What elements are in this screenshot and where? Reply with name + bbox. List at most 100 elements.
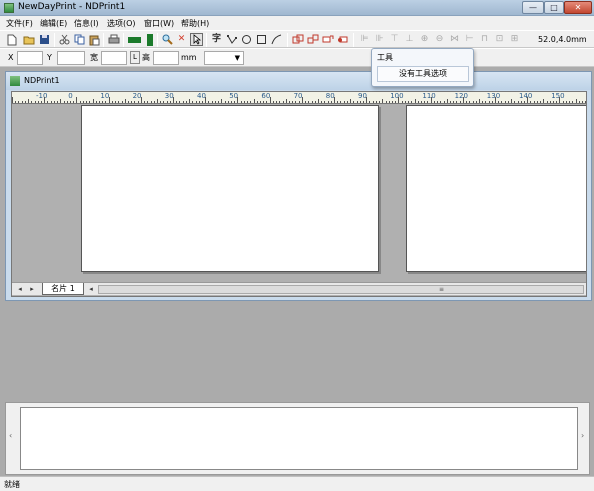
maximize-button[interactable]: □ xyxy=(544,1,564,14)
barcode-icon[interactable] xyxy=(127,33,141,46)
align-left-icon[interactable]: ⊫ xyxy=(358,33,371,46)
ruler-tick xyxy=(356,101,358,103)
cut-icon[interactable] xyxy=(58,33,71,46)
ruler-tick xyxy=(408,101,410,103)
y-input[interactable] xyxy=(57,51,85,65)
menu-options[interactable]: 选项(O) xyxy=(104,17,139,30)
ruler-tick xyxy=(137,101,139,103)
close-button[interactable]: ✕ xyxy=(564,1,592,14)
menu-window[interactable]: 窗口(W) xyxy=(141,17,177,30)
zoom-icon[interactable] xyxy=(161,33,174,46)
label-page[interactable] xyxy=(81,105,379,272)
ruler-tick xyxy=(227,101,229,103)
menu-info[interactable]: 信息(I) xyxy=(71,17,102,30)
minimize-button[interactable]: — xyxy=(522,1,544,14)
ruler-number: 140 xyxy=(519,92,533,100)
vertical-barcode-icon[interactable] xyxy=(143,33,156,46)
ruler-tick xyxy=(102,101,104,103)
ruler-tick xyxy=(134,101,136,103)
tab-card-1[interactable]: 名片 1 xyxy=(42,283,84,295)
ruler-tick xyxy=(224,101,226,103)
node-tool-icon[interactable] xyxy=(225,33,238,46)
scroll-left-icon[interactable]: ◂ xyxy=(86,284,96,294)
save-icon[interactable] xyxy=(38,33,51,46)
ruler-tick xyxy=(372,101,374,103)
ruler-tick xyxy=(498,101,500,103)
ruler-tick xyxy=(202,101,203,103)
tab-next-icon[interactable]: ▸ xyxy=(27,284,37,294)
ruler-tick xyxy=(127,101,129,103)
status-bar: 就绪 xyxy=(0,476,594,491)
width-input[interactable] xyxy=(101,51,127,65)
tab-prev-icon[interactable]: ◂ xyxy=(15,284,25,294)
output-content[interactable] xyxy=(20,407,578,470)
ruler-tick xyxy=(121,101,123,103)
rect-tool-icon[interactable] xyxy=(255,33,268,46)
toolbar-separator xyxy=(353,33,354,47)
menu-edit[interactable]: 编辑(E) xyxy=(37,17,70,30)
ruler-tick xyxy=(15,101,17,103)
ruler-tick xyxy=(305,101,306,103)
print-icon[interactable] xyxy=(107,33,120,46)
center-horizontal-icon[interactable]: ⊖ xyxy=(433,33,446,46)
text-tool-icon[interactable]: 字 xyxy=(210,33,223,46)
font-size-select[interactable]: ▼ xyxy=(204,51,244,65)
label-page-next[interactable] xyxy=(406,105,586,272)
paste-icon[interactable] xyxy=(88,33,101,46)
ungroup-icon[interactable] xyxy=(306,33,319,46)
canvas-area[interactable]: -10 0 10 20 30 40 50 60 70 80 90 100 110 120 130 140 150… xyxy=(11,91,587,297)
same-height-icon[interactable]: ⊓ xyxy=(478,33,491,46)
ruler-tick xyxy=(292,101,294,103)
ruler-tick xyxy=(279,101,281,103)
ruler-tick xyxy=(115,101,116,103)
ruler-tick xyxy=(514,101,516,103)
ruler-tick xyxy=(28,99,30,103)
title-bar: NewDayPrint - NDPrint1 — □ ✕ xyxy=(0,0,594,16)
new-file-icon[interactable] xyxy=(5,33,18,46)
menu-help[interactable]: 帮助(H) xyxy=(178,17,212,30)
ruler-tick xyxy=(488,101,490,103)
ruler-tick xyxy=(44,97,46,103)
send-back-icon[interactable] xyxy=(336,33,349,46)
lock-ratio-toggle[interactable]: L xyxy=(130,51,140,64)
grid-icon[interactable]: ⊞ xyxy=(508,33,521,46)
ruler-tick xyxy=(334,97,335,103)
app-icon xyxy=(4,3,14,13)
ruler-tick xyxy=(440,101,442,103)
horizontal-scrollbar[interactable]: ≡ xyxy=(98,285,584,294)
ruler-tick xyxy=(79,101,81,103)
group-icon[interactable] xyxy=(291,33,304,46)
open-folder-icon[interactable] xyxy=(22,33,35,46)
toolbar-separator xyxy=(287,33,288,47)
delete-x-icon[interactable]: ✕ xyxy=(175,33,188,46)
menu-file[interactable]: 文件(F) xyxy=(3,17,36,30)
ruler-number: 110 xyxy=(422,92,436,100)
ruler-tick xyxy=(411,101,413,103)
ruler-tick xyxy=(118,101,120,103)
line-tool-icon[interactable] xyxy=(270,33,283,46)
ruler-tick xyxy=(243,101,245,103)
ruler-tick xyxy=(346,101,348,103)
height-input[interactable] xyxy=(153,51,179,65)
x-input[interactable] xyxy=(17,51,43,65)
ruler-tick xyxy=(581,101,583,103)
align-middle-icon[interactable]: ⊕ xyxy=(418,33,431,46)
panel-scroll-left-icon[interactable]: ‹ xyxy=(9,431,12,440)
distribute-horizontal-icon[interactable]: ⋈ xyxy=(448,33,461,46)
copy-icon[interactable] xyxy=(73,33,86,46)
ruler-number: 150 xyxy=(551,92,565,100)
select-arrow-icon[interactable] xyxy=(190,33,203,46)
ellipse-tool-icon[interactable] xyxy=(240,33,253,46)
scroll-thumb-grip[interactable]: ≡ xyxy=(439,287,447,293)
same-size-icon[interactable]: ⊡ xyxy=(493,33,506,46)
ruler-tick xyxy=(543,99,545,103)
no-tool-options-item[interactable]: 没有工具选项 xyxy=(377,66,469,82)
same-width-icon[interactable]: ⊢ xyxy=(463,33,476,46)
ruler-tick xyxy=(285,99,287,103)
align-top-icon[interactable]: ⊤ xyxy=(388,33,401,46)
align-center-icon[interactable]: ⊪ xyxy=(373,33,386,46)
bring-front-icon[interactable] xyxy=(321,33,334,46)
panel-scroll-right-icon[interactable]: › xyxy=(581,431,584,440)
align-bottom-icon[interactable]: ⊥ xyxy=(403,33,416,46)
ruler-tick xyxy=(144,101,145,103)
